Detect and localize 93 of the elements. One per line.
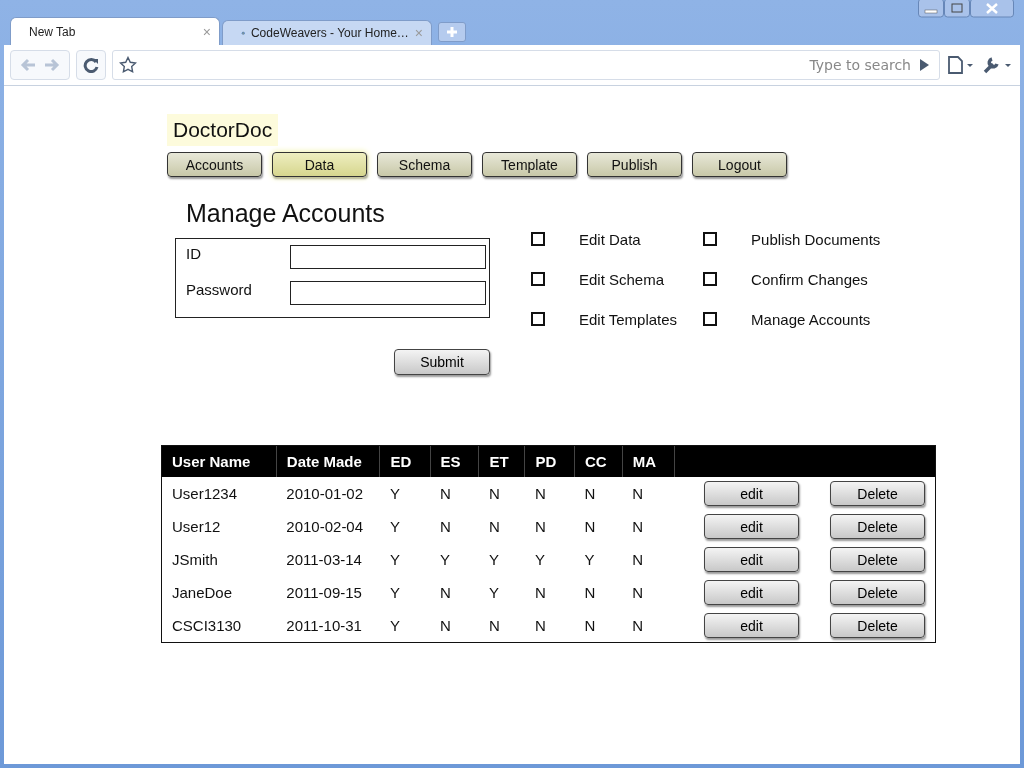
table-cell-text: N	[439, 517, 452, 537]
column-header: User Name	[162, 446, 277, 477]
table-cell-text: N	[631, 583, 645, 603]
checkbox[interactable]	[531, 272, 545, 286]
table-cell: N	[574, 477, 623, 510]
checkbox[interactable]	[703, 312, 718, 326]
input-field[interactable]	[290, 281, 486, 305]
delete-button[interactable]: Delete	[830, 580, 925, 605]
table-cell-text: 2011-09-15	[285, 583, 363, 603]
table-cell: N	[430, 477, 479, 510]
table-cell: Y	[379, 477, 430, 510]
wrench-icon[interactable]	[982, 55, 1014, 75]
checkbox-label: Confirm Changes	[751, 270, 868, 288]
nav-button[interactable]: Data	[272, 152, 367, 177]
nav-button[interactable]: Accounts	[167, 152, 262, 177]
column-header: ES	[430, 446, 479, 477]
delete-button[interactable]: Delete	[830, 514, 925, 539]
table-cell-text: N	[631, 517, 645, 537]
field-label: ID	[186, 245, 202, 262]
plus-icon	[446, 26, 458, 38]
table-cell-text: Y	[388, 550, 401, 570]
table-cell: N	[622, 477, 674, 510]
table-cell-text: N	[439, 583, 452, 603]
table-cell-text: N	[487, 517, 501, 537]
edit-button[interactable]: edit	[704, 547, 799, 572]
table-cell-text: N	[439, 616, 452, 636]
input-field[interactable]	[290, 245, 486, 269]
checkbox-label: Manage Accounts	[751, 310, 871, 328]
submit-button[interactable]: Submit	[394, 349, 490, 375]
nav-button[interactable]: Publish	[587, 152, 682, 177]
checkbox[interactable]	[531, 232, 545, 246]
edit-button[interactable]: edit	[704, 514, 799, 539]
delete-button[interactable]: Delete	[830, 547, 925, 572]
column-header: ED	[379, 446, 430, 477]
table-cell-text: Y	[439, 550, 451, 570]
table-cell-text: JaneDoe	[171, 583, 234, 603]
browser-tab[interactable]: New Tab ×	[10, 17, 220, 45]
reload-icon[interactable]	[83, 57, 99, 73]
table-cell: User1234	[162, 477, 277, 510]
table-cell-text: Y	[534, 550, 546, 570]
minimize-button[interactable]	[918, 0, 944, 18]
column-header: MA	[622, 446, 674, 477]
table-cell-text: Y	[487, 583, 500, 603]
column-header: Date Made	[276, 446, 380, 477]
table-cell-text: Y	[583, 550, 596, 570]
column-header: PD	[525, 446, 575, 477]
checkbox[interactable]	[703, 232, 718, 246]
table-cell-text: N	[583, 616, 597, 636]
table-cell-text: N	[534, 583, 547, 603]
nav-button[interactable]: Logout	[692, 152, 787, 177]
new-tab-button[interactable]	[438, 22, 466, 42]
table-cell-text: 2010-02-04	[285, 517, 365, 537]
column-header: CC	[574, 446, 623, 477]
table-cell: N	[478, 477, 525, 510]
checkbox-label: Publish Documents	[751, 230, 881, 248]
star-icon[interactable]	[119, 56, 137, 74]
edit-button[interactable]: edit	[704, 613, 799, 638]
delete-button[interactable]: Delete	[830, 613, 925, 638]
table-cell-text: N	[583, 517, 597, 537]
browser-tab[interactable]: CodeWeavers - Your Home… ×	[222, 20, 432, 45]
app-logo: DoctorDoc	[167, 114, 279, 146]
table-cell-text: JSmith	[171, 550, 219, 570]
checkbox-label: Edit Data	[579, 230, 641, 248]
table-cell: N	[525, 477, 575, 510]
table-cell-text: N	[631, 616, 645, 636]
page-heading: Manage Accounts	[186, 199, 386, 228]
table-cell-text: N	[534, 517, 547, 537]
column-header: ET	[478, 446, 525, 477]
table-cell-text: N	[487, 616, 501, 636]
table-cell-text: Y	[388, 583, 401, 603]
table-cell-text: User12	[171, 517, 222, 537]
edit-button[interactable]: edit	[704, 481, 799, 506]
checkbox[interactable]	[703, 272, 718, 286]
checkbox-label: Edit Schema	[579, 270, 665, 288]
delete-button[interactable]: Delete	[830, 481, 925, 506]
table-cell-text: N	[631, 550, 645, 570]
table-cell-text: 2011-10-31	[285, 616, 363, 636]
table-cell-text: N	[583, 583, 597, 603]
close-button[interactable]	[970, 0, 1014, 18]
table-cell-text: CSCI3130	[171, 616, 243, 636]
checkbox[interactable]	[531, 312, 545, 326]
table-cell-text: Y	[487, 550, 500, 570]
table-cell-text: 2011-03-14	[285, 550, 363, 570]
table-cell: 2010-01-02	[276, 477, 380, 510]
edit-button[interactable]: edit	[704, 580, 799, 605]
table-cell-text: Y	[388, 517, 401, 537]
nav-button[interactable]: Template	[482, 152, 577, 177]
checkbox-label: Edit Templates	[579, 310, 678, 328]
table-cell-text: N	[534, 616, 547, 636]
table-cell-text: Y	[388, 616, 401, 636]
field-label: Password	[186, 281, 253, 298]
page-menu-icon[interactable]	[946, 55, 976, 75]
nav-button[interactable]: Schema	[377, 152, 472, 177]
